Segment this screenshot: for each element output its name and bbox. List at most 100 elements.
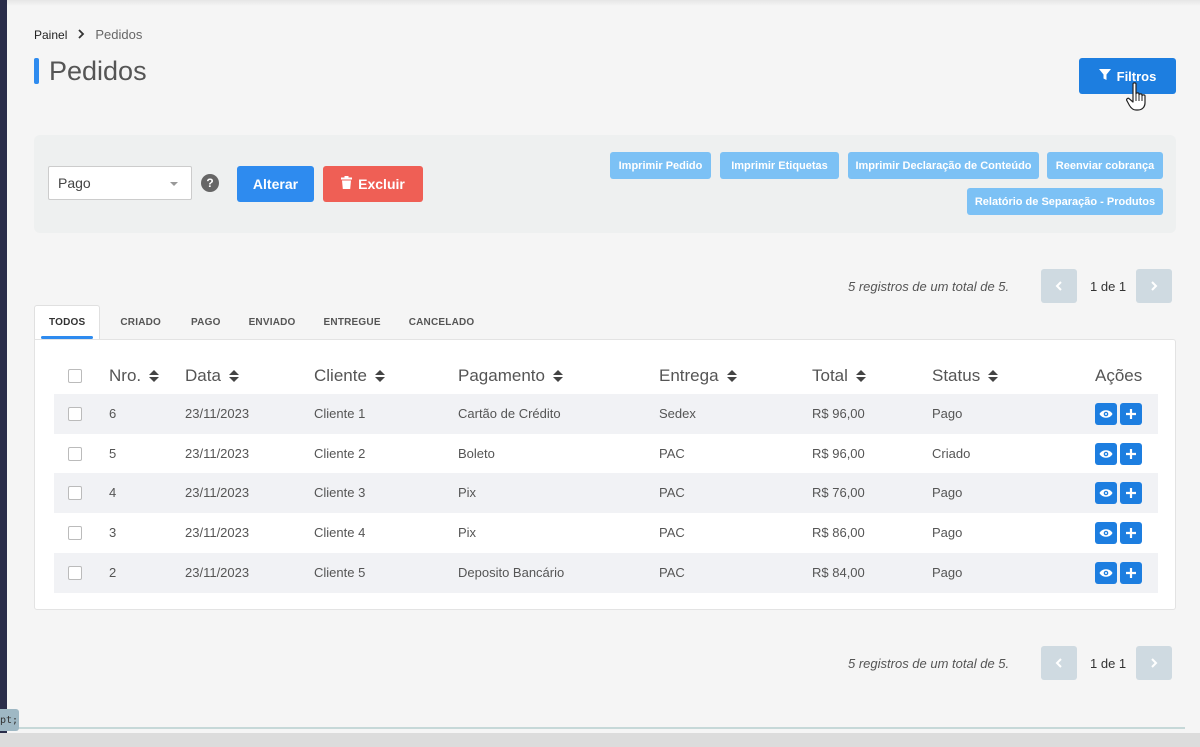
page-title: Pedidos: [34, 56, 147, 86]
hand-cursor-icon: [1126, 82, 1152, 117]
cell-pagamento: Boleto: [458, 446, 495, 461]
table-row[interactable]: 5 23/11/2023 Cliente 2 Boleto PAC R$ 96,…: [54, 434, 1158, 474]
tab-label: PAGO: [191, 316, 221, 328]
tab-enviado[interactable]: ENVIADO: [235, 305, 310, 339]
print-labels-button[interactable]: Imprimir Etiquetas: [720, 152, 839, 179]
chevron-right-icon: [77, 28, 85, 42]
cell-cliente: Cliente 1: [314, 406, 366, 421]
cell-nro: 4: [109, 485, 117, 500]
column-header-label: Pagamento: [458, 366, 545, 385]
chevron-right-icon: [1151, 658, 1158, 668]
column-header-status[interactable]: Status: [932, 366, 999, 386]
view-button[interactable]: [1095, 403, 1117, 425]
cell-pagamento: Deposito Bancário: [458, 565, 565, 580]
prev-page-button-bottom[interactable]: [1041, 646, 1077, 680]
print-order-button[interactable]: Imprimir Pedido: [610, 152, 711, 179]
alter-button[interactable]: Alterar: [237, 166, 314, 202]
prev-page-button-top[interactable]: [1041, 269, 1077, 303]
page-title-text: Pedidos: [49, 55, 147, 86]
eye-icon: [1099, 569, 1113, 577]
cell-cliente: Cliente 5: [314, 565, 366, 580]
sort-icon: [552, 370, 563, 382]
tab-label: ENVIADO: [248, 316, 296, 328]
cell-pagamento: Pix: [458, 485, 477, 500]
column-header-cliente[interactable]: Cliente: [314, 366, 385, 386]
table-row[interactable]: 2 23/11/2023 Cliente 5 Deposito Bancário…: [54, 553, 1158, 593]
row-checkbox[interactable]: [68, 566, 82, 580]
eye-icon: [1099, 410, 1113, 418]
cell-total: R$ 86,00: [812, 525, 865, 540]
view-button[interactable]: [1095, 482, 1117, 504]
column-header-label: Ações: [1095, 366, 1143, 385]
status-select-value: Pago: [58, 175, 91, 191]
plus-icon: [1126, 488, 1136, 498]
table-header: Nro. Data Cliente Pagamento Entrega Tota…: [54, 357, 1158, 393]
top-shadow: [7, 0, 1200, 6]
cell-entrega: PAC: [659, 446, 685, 461]
help-icon[interactable]: ?: [201, 174, 219, 192]
cell-cliente: Cliente 2: [314, 446, 366, 461]
column-header-label: Data: [185, 366, 221, 385]
plus-icon: [1126, 449, 1136, 459]
column-header-total[interactable]: Total: [812, 366, 866, 386]
tab-cancelado[interactable]: CANCELADO: [395, 305, 489, 339]
cell-status: Pago: [932, 485, 963, 500]
row-checkbox[interactable]: [68, 486, 82, 500]
records-summary-top: 5 registros de um total de 5.: [848, 279, 1010, 294]
tab-entregue[interactable]: ENTREGUE: [310, 305, 395, 339]
column-header-nro[interactable]: Nro.: [109, 366, 160, 386]
row-checkbox[interactable]: [68, 407, 82, 421]
sort-icon: [374, 370, 385, 382]
cell-data: 23/11/2023: [185, 406, 250, 421]
cell-entrega: PAC: [659, 565, 685, 580]
tab-criado[interactable]: CRIADO: [100, 305, 175, 339]
tab-label: TODOS: [49, 317, 86, 328]
cell-pagamento: Pix: [458, 525, 477, 540]
tab-label: CANCELADO: [408, 316, 475, 328]
row-checkbox[interactable]: [68, 526, 82, 540]
cell-data: 23/11/2023: [185, 525, 250, 540]
table-row[interactable]: 3 23/11/2023 Cliente 4 Pix PAC R$ 86,00 …: [54, 513, 1158, 553]
cell-total: R$ 96,00: [812, 406, 865, 421]
tab-todos[interactable]: TODOS: [34, 305, 101, 339]
column-header-entrega[interactable]: Entrega: [659, 366, 737, 386]
add-button[interactable]: [1120, 443, 1142, 465]
delete-button-label: Excluir: [358, 176, 405, 192]
breadcrumb-home[interactable]: Painel: [34, 28, 67, 42]
cell-total: R$ 76,00: [812, 485, 865, 500]
cell-data: 23/11/2023: [185, 565, 250, 580]
table-row[interactable]: 6 23/11/2023 Cliente 1 Cartão de Crédito…: [54, 394, 1158, 434]
view-button[interactable]: [1095, 562, 1117, 584]
column-header-label: Total: [812, 366, 848, 385]
add-button[interactable]: [1120, 562, 1142, 584]
column-header-data[interactable]: Data: [185, 366, 239, 386]
add-button[interactable]: [1120, 482, 1142, 504]
column-header-label: Status: [932, 366, 981, 385]
resend-charge-button[interactable]: Reenviar cobrança: [1047, 152, 1163, 179]
row-checkbox[interactable]: [68, 447, 82, 461]
add-button[interactable]: [1120, 522, 1142, 544]
side-strip: [0, 0, 7, 747]
table-row[interactable]: 4 23/11/2023 Cliente 3 Pix PAC R$ 76,00 …: [54, 473, 1158, 513]
cell-status: Criado: [932, 446, 971, 461]
column-header-pagamento[interactable]: Pagamento: [458, 366, 563, 386]
print-declaration-button[interactable]: Imprimir Declaração de Conteúdo: [848, 152, 1039, 179]
chevron-left-icon: [1055, 658, 1062, 668]
status-select[interactable]: Pago: [48, 166, 192, 200]
next-page-button-bottom[interactable]: [1136, 646, 1172, 680]
view-button[interactable]: [1095, 443, 1117, 465]
view-button[interactable]: [1095, 522, 1117, 544]
cell-cliente: Cliente 4: [314, 525, 366, 540]
tab-pago[interactable]: PAGO: [175, 305, 235, 339]
records-summary-bottom: 5 registros de um total de 5.: [848, 656, 1010, 671]
eye-icon: [1099, 529, 1113, 537]
delete-button[interactable]: Excluir: [323, 166, 423, 202]
add-button[interactable]: [1120, 403, 1142, 425]
cell-nro: 6: [109, 406, 117, 421]
separation-report-button[interactable]: Relatório de Separação - Produtos: [967, 188, 1163, 215]
tab-label: CRIADO: [120, 316, 162, 328]
eye-icon: [1099, 489, 1113, 497]
next-page-button-top[interactable]: [1136, 269, 1172, 303]
select-all-checkbox[interactable]: [68, 369, 82, 383]
plus-icon: [1126, 528, 1136, 538]
